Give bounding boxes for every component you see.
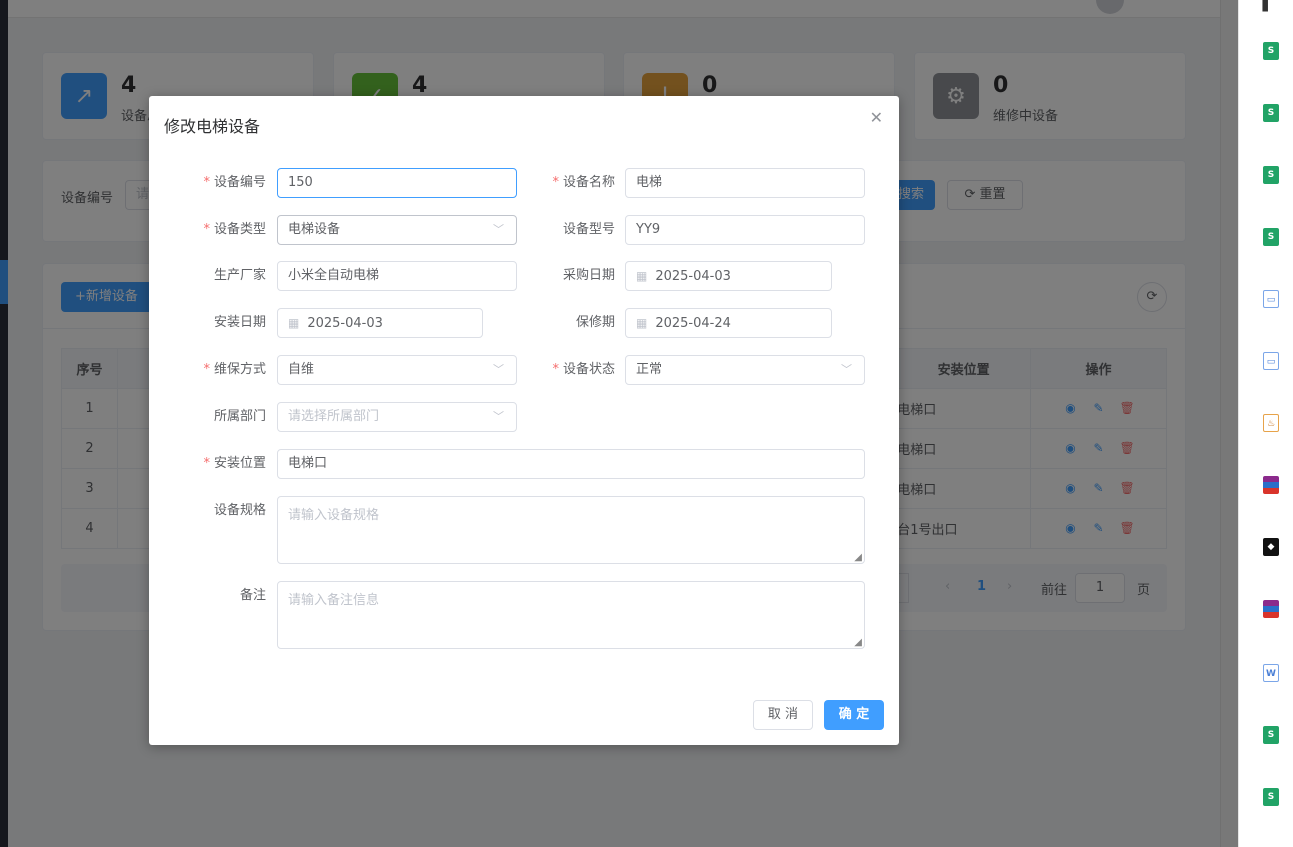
label-device-model: 设备型号 [505,215,615,245]
required-mark: * [203,175,210,190]
device-name-input[interactable]: 电梯 [625,168,865,198]
label-text: 备注 [239,588,266,603]
status-select[interactable]: 正常 ﹀ [625,355,865,385]
field-value: 2025-04-24 [655,316,731,331]
label-text: 安装位置 [213,456,266,471]
resize-handle-icon[interactable]: ◢ [854,552,862,563]
app-file-icon[interactable]: ◆ [1263,538,1279,556]
label-text: 保修期 [575,315,615,330]
field-value: 小米全自动电梯 [288,268,380,283]
field-placeholder: 请输入备注信息 [288,593,380,608]
java-file-icon[interactable]: ♨ [1263,414,1279,432]
remark-textarea[interactable]: 请输入备注信息 ◢ [277,581,865,649]
field-value: 150 [288,175,313,190]
calendar-icon: ▦ [636,269,648,283]
required-mark: * [203,456,210,471]
label-text: 采购日期 [562,268,615,283]
field-value: YY9 [636,222,661,237]
location-input[interactable]: 电梯口 [277,449,865,479]
label-manufacturer: 生产厂家 [156,261,266,291]
label-text: 生产厂家 [213,268,266,283]
purchase-date-picker[interactable]: ▦ 2025-04-03 [625,261,832,291]
field-value: 电梯 [636,175,663,190]
label-text: 设备编号 [213,175,266,190]
field-value: 电梯口 [288,456,328,471]
chevron-down-icon: ﹀ [841,363,852,376]
install-date-picker[interactable]: ▦ 2025-04-03 [277,308,483,338]
label-text: 安装日期 [213,315,266,330]
required-mark: * [552,362,559,377]
close-icon[interactable]: ✕ [870,108,883,127]
field-value: 2025-04-03 [307,316,383,331]
spec-textarea[interactable]: 请输入设备规格 ◢ [277,496,865,564]
label-spec: 设备规格 [156,496,266,526]
label-text: 设备规格 [213,503,266,518]
field-value: 电梯设备 [288,222,341,237]
label-remark: 备注 [156,581,266,611]
calendar-icon: ▦ [636,316,648,330]
label-device-name: * 设备名称 [505,168,615,198]
required-mark: * [203,222,210,237]
resize-handle-icon[interactable]: ◢ [854,637,862,648]
label-text: 设备型号 [562,222,615,237]
dialog-title: 修改电梯设备 [164,117,261,136]
label-department: 所属部门 [156,402,266,432]
field-value: 正常 [636,362,663,377]
edit-device-dialog: 修改电梯设备 ✕ * 设备编号 150 * 设备名称 电梯 * 设备类型 电梯设备 ﹀ … [149,96,899,745]
maintenance-select[interactable]: 自维 ﹀ [277,355,517,385]
field-placeholder: 请输入设备规格 [288,508,380,523]
spreadsheet-file-icon[interactable]: S [1263,788,1279,806]
label-device-no: * 设备编号 [156,168,266,198]
chevron-down-icon: ﹀ [493,363,504,376]
manufacturer-input[interactable]: 小米全自动电梯 [277,261,517,291]
label-install-date: 安装日期 [156,308,266,338]
label-text: 设备类型 [213,222,266,237]
required-mark: * [552,175,559,190]
warranty-date-picker[interactable]: ▦ 2025-04-24 [625,308,832,338]
calendar-icon: ▦ [288,316,300,330]
label-text: 维保方式 [213,362,266,377]
device-no-input[interactable]: 150 [277,168,517,198]
required-mark: * [203,362,210,377]
panel-edge-icon: ▐ [1257,0,1268,12]
archive-file-icon[interactable] [1263,600,1279,618]
field-value: 自维 [288,362,315,377]
label-location: * 安装位置 [156,449,266,479]
archive-file-icon[interactable] [1263,476,1279,494]
spreadsheet-file-icon[interactable]: S [1263,726,1279,744]
image-file-icon[interactable]: ▭ [1263,352,1279,370]
file-panel: ▐ S S S S ▭ ▭ ♨ ◆ W S S [1238,0,1293,847]
image-file-icon[interactable]: ▭ [1263,290,1279,308]
cancel-button[interactable]: 取 消 [753,700,813,730]
label-device-type: * 设备类型 [156,215,266,245]
spreadsheet-file-icon[interactable]: S [1263,42,1279,60]
label-text: 所属部门 [213,409,266,424]
chevron-down-icon: ﹀ [493,410,504,423]
confirm-button[interactable]: 确 定 [824,700,884,730]
label-purchase-date: 采购日期 [505,261,615,291]
department-select[interactable]: 请选择所属部门 ﹀ [277,402,517,432]
label-warranty: 保修期 [505,308,615,338]
label-status: * 设备状态 [505,355,615,385]
label-text: 设备名称 [562,175,615,190]
chevron-down-icon: ﹀ [493,223,504,236]
label-text: 设备状态 [562,362,615,377]
spreadsheet-file-icon[interactable]: S [1263,228,1279,246]
word-file-icon[interactable]: W [1263,664,1279,682]
field-placeholder: 请选择所属部门 [288,409,380,424]
label-maintenance: * 维保方式 [156,355,266,385]
field-value: 2025-04-03 [655,269,731,284]
device-model-input[interactable]: YY9 [625,215,865,245]
spreadsheet-file-icon[interactable]: S [1263,104,1279,122]
spreadsheet-file-icon[interactable]: S [1263,166,1279,184]
device-type-select[interactable]: 电梯设备 ﹀ [277,215,517,245]
